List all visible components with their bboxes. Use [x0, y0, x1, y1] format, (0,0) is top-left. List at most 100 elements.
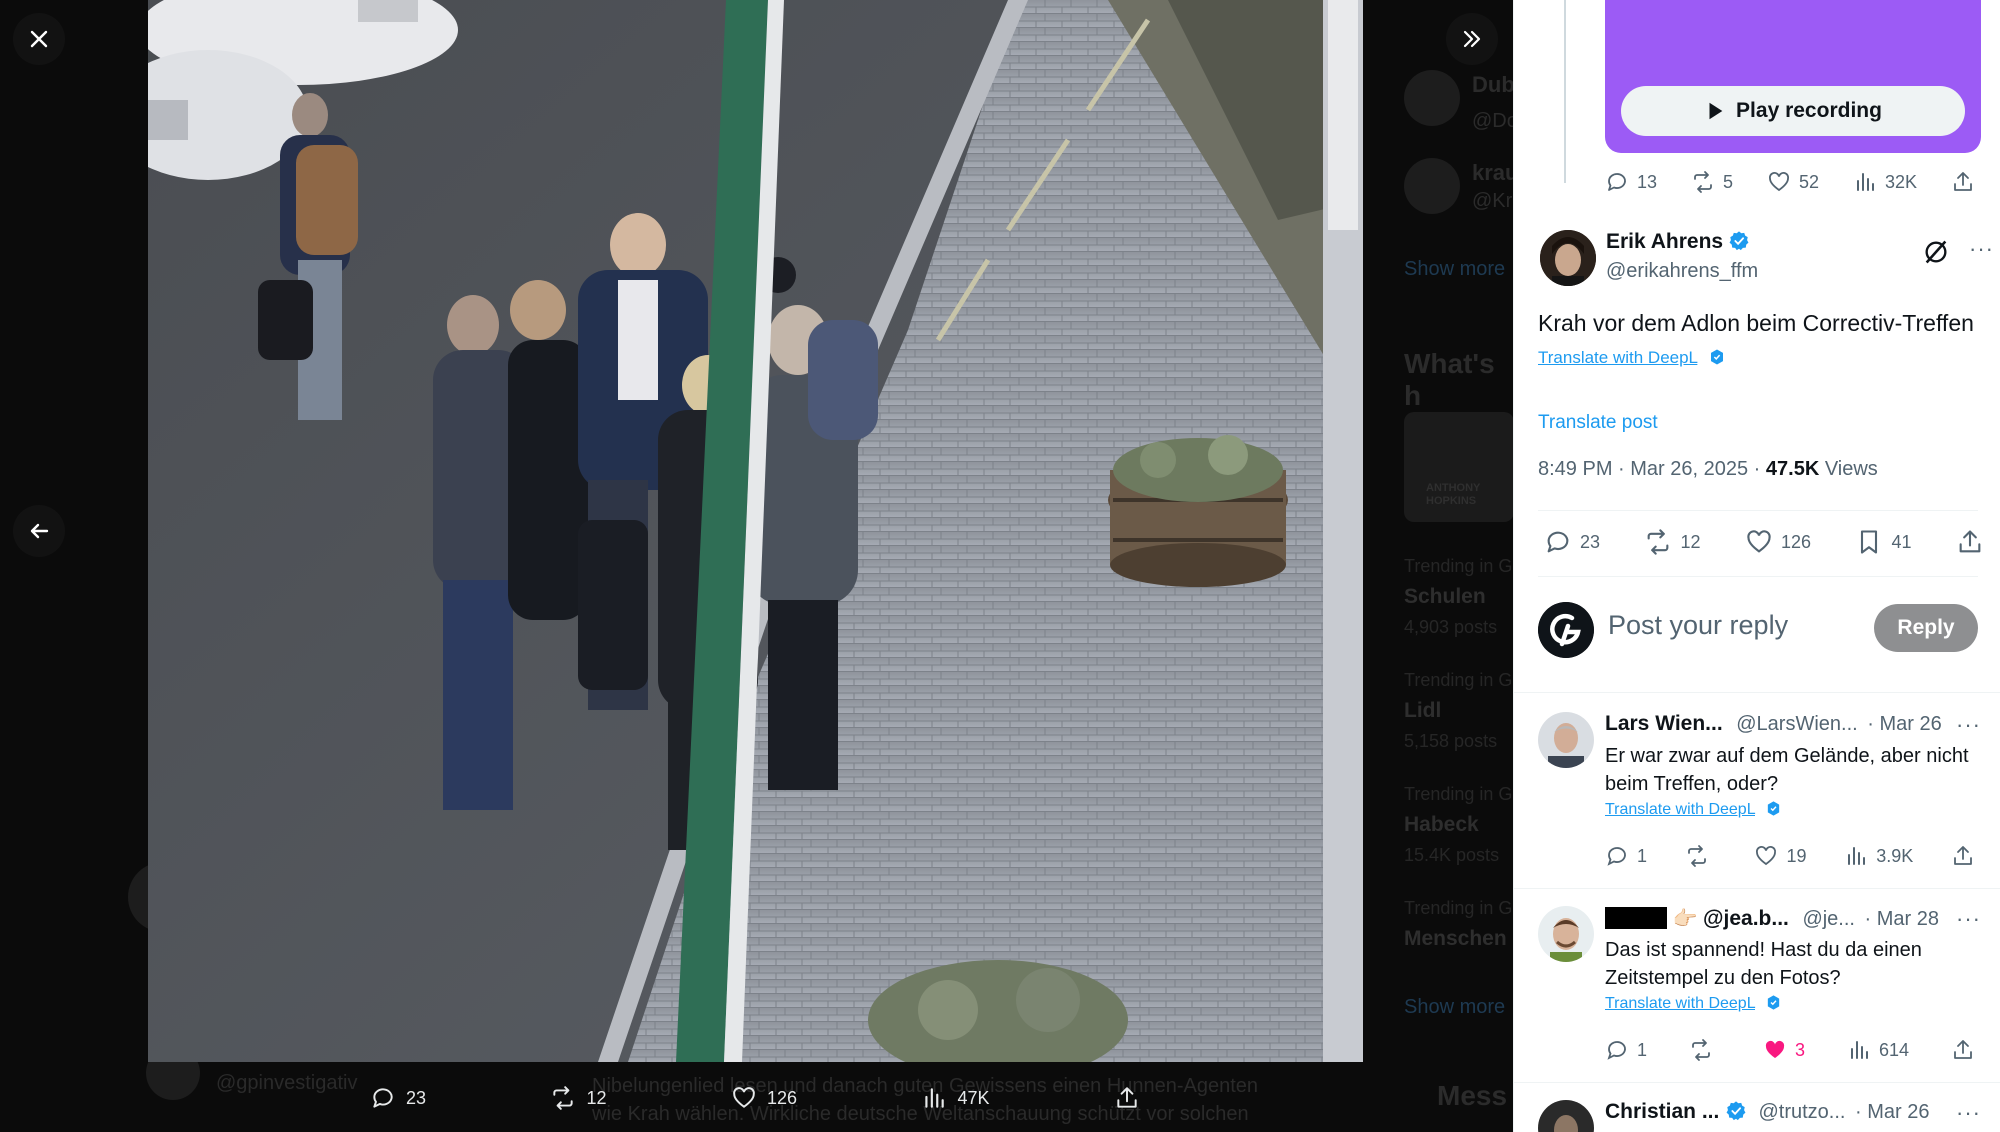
prev-like-count: 52: [1798, 171, 1820, 192]
more-options-icon[interactable]: ···: [1956, 712, 1981, 738]
reply-icon: [1607, 1041, 1626, 1060]
translate-deepl-link[interactable]: Translate with DeepL: [1538, 348, 1697, 367]
grok-icon[interactable]: [1922, 238, 1950, 266]
divider: [1514, 888, 2000, 889]
viewer-like-button[interactable]: 126: [731, 1085, 797, 1111]
share-button[interactable]: [1956, 528, 1984, 556]
audio-card: Play recording: [1605, 0, 1981, 153]
reply-icon: [373, 1088, 393, 1108]
ghost-show-more: Show more: [1404, 258, 1506, 280]
more-options-icon[interactable]: ···: [1956, 1100, 1981, 1126]
reply-metrics: 1 19 3.9K: [1605, 844, 1975, 868]
translate-deepl-link[interactable]: Translate with DeepL: [1605, 801, 1755, 818]
viewer-views-count: 47K: [957, 1087, 990, 1108]
reply-count: 23: [1580, 531, 1601, 552]
avatar[interactable]: [1538, 1100, 1594, 1132]
ghost-trend: Trending in G Schulen 4,903 posts: [1404, 556, 1513, 637]
reply-author-handle[interactable]: @LarsWien...: [1736, 713, 1857, 735]
prev-like-button[interactable]: 52: [1767, 170, 1819, 194]
conversation-panel: Play recording 13 5 52 32K Erik Ahrens @…: [1513, 0, 2000, 1132]
ghost-section-title: What's h: [1404, 348, 1495, 411]
reply-item[interactable]: Christian ... @trutzo... · Mar 26 ···: [1514, 1100, 2000, 1132]
double-chevron-right-icon: [1463, 30, 1481, 48]
more-options-icon[interactable]: ···: [1956, 906, 1981, 932]
more-options-icon[interactable]: ···: [1969, 236, 1994, 262]
translate-deepl-link[interactable]: Translate with DeepL: [1605, 995, 1755, 1012]
repost-icon: [1648, 529, 1669, 555]
reply-item[interactable]: Lars Wien... @LarsWien... · Mar 26 ··· E…: [1514, 712, 2000, 887]
reply-author-name[interactable]: Lars Wien...: [1605, 712, 1723, 735]
ghost-handle: @gpinvestigativ: [216, 1072, 358, 1094]
play-recording-button[interactable]: Play recording: [1621, 86, 1965, 136]
reply-share-button[interactable]: [1951, 844, 1975, 868]
reply-like-count: 3: [1794, 1039, 1805, 1060]
reply-author-name[interactable]: @jea.b...: [1703, 907, 1789, 930]
post-timestamp[interactable]: 8:49 PM · Mar 26, 2025 · 47.5K Views: [1538, 458, 1878, 481]
reply-views-button[interactable]: 614: [1847, 1038, 1909, 1062]
previous-image-button[interactable]: [13, 505, 65, 557]
prev-repost-button[interactable]: 5: [1691, 170, 1733, 194]
viewer-share-button[interactable]: [1114, 1085, 1140, 1111]
reply-button[interactable]: 23: [1544, 528, 1600, 556]
repost-icon: [1692, 1039, 1710, 1061]
viewer-reply-button[interactable]: 23: [370, 1085, 426, 1111]
reply-item[interactable]: 👉🏻 @jea.b... @je... · Mar 28 ··· Das ist…: [1514, 906, 2000, 1081]
prev-reply-button[interactable]: 13: [1605, 170, 1657, 194]
close-button[interactable]: [13, 13, 65, 65]
reply-header: Lars Wien... @LarsWien... · Mar 26: [1605, 712, 1942, 736]
pointing-hand-icon: 👉🏻: [1672, 908, 1698, 930]
reply-submit-label: Reply: [1897, 616, 1955, 639]
redacted-name-block: [1605, 907, 1667, 929]
deepl-shield-icon: [1711, 349, 1724, 365]
previous-post-metrics: 13 5 52 32K: [1605, 170, 1975, 194]
reply-header: Christian ... @trutzo... · Mar 26: [1605, 1100, 1930, 1124]
reply-like-button[interactable]: 3: [1763, 1038, 1805, 1062]
heart-icon: [733, 1087, 755, 1108]
viewer-views-button[interactable]: 47K: [921, 1085, 990, 1111]
divider: [1538, 510, 1978, 511]
share-icon: [1954, 1040, 1972, 1059]
viewer-action-bar: 23 12 126 47K: [370, 1070, 1140, 1126]
viewer-repost-button[interactable]: 12: [550, 1085, 607, 1111]
reply-author-handle[interactable]: @trutzo...: [1758, 1101, 1845, 1123]
reply-reply-button[interactable]: 1: [1605, 844, 1647, 868]
prev-views-count: 32K: [1884, 171, 1918, 192]
reply-author-handle[interactable]: @je...: [1802, 908, 1855, 930]
author-handle[interactable]: @erikahrens_ffm: [1606, 260, 1758, 283]
avatar[interactable]: [1540, 230, 1596, 286]
heart-filled-icon: [1765, 1040, 1785, 1058]
ghost-account-name: krau: [1472, 160, 1513, 185]
reply-submit-button[interactable]: Reply: [1874, 604, 1978, 652]
reply-date[interactable]: · Mar 26: [1867, 713, 1941, 735]
reply-icon: [1608, 173, 1626, 191]
prev-share-button[interactable]: [1951, 170, 1975, 194]
reply-date[interactable]: · Mar 26: [1855, 1101, 1929, 1123]
reply-views-count: 614: [1878, 1039, 1909, 1060]
ghost-account-handle: @Kr: [1472, 190, 1513, 212]
author-name[interactable]: Erik Ahrens: [1606, 230, 1723, 253]
reply-share-button[interactable]: [1951, 1038, 1975, 1062]
repost-button[interactable]: 12: [1644, 528, 1701, 556]
reply-repost-button[interactable]: [1685, 844, 1717, 868]
like-button[interactable]: 126: [1745, 528, 1811, 556]
prev-reply-count: 13: [1637, 171, 1658, 192]
reply-icon: [1547, 531, 1569, 553]
avatar[interactable]: [1538, 712, 1594, 768]
reply-repost-button[interactable]: [1689, 1038, 1721, 1062]
ghost-avatar: [1404, 158, 1460, 214]
avatar[interactable]: [1538, 906, 1594, 962]
prev-repost-count: 5: [1723, 171, 1734, 192]
prev-views-button[interactable]: 32K: [1853, 170, 1917, 194]
collapse-panel-button[interactable]: [1446, 13, 1498, 65]
reply-like-button[interactable]: 19: [1754, 844, 1806, 868]
reply-author-name[interactable]: Christian ...: [1605, 1100, 1719, 1123]
views-icon: [925, 1088, 945, 1108]
reply-input[interactable]: Post your reply: [1608, 610, 1788, 641]
translate-post-link[interactable]: Translate post: [1538, 412, 1658, 434]
reply-views-button[interactable]: 3.9K: [1844, 844, 1913, 868]
bookmark-count: 41: [1891, 531, 1912, 552]
bookmark-button[interactable]: 41: [1855, 528, 1912, 556]
post-metrics: 23 12 126 41: [1544, 528, 1984, 556]
reply-date[interactable]: · Mar 28: [1865, 908, 1939, 930]
reply-reply-button[interactable]: 1: [1605, 1038, 1647, 1062]
